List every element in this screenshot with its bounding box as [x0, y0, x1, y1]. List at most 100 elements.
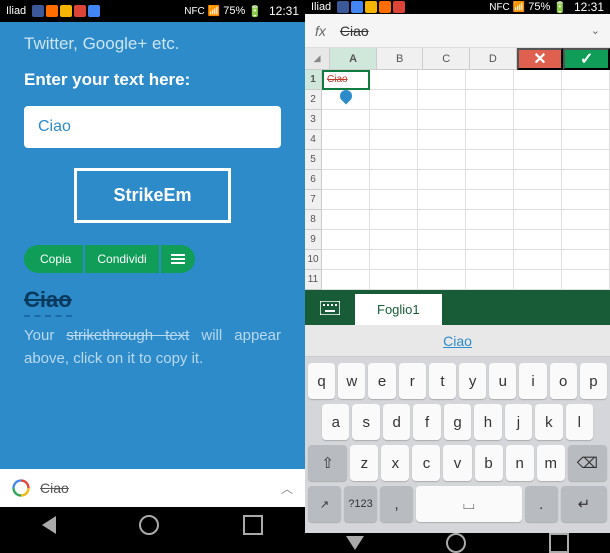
cell[interactable]	[466, 150, 514, 170]
select-all-corner[interactable]: ◢	[305, 48, 330, 69]
key-f[interactable]: f	[413, 404, 440, 440]
back-button[interactable]	[42, 516, 56, 534]
col-header-a[interactable]: A	[330, 48, 377, 69]
recent-button[interactable]	[549, 533, 569, 553]
numeric-key[interactable]: ?123	[344, 486, 377, 522]
cell[interactable]	[418, 210, 466, 230]
cell[interactable]	[322, 270, 370, 290]
cell[interactable]	[514, 250, 562, 270]
cell[interactable]	[514, 190, 562, 210]
formula-bar[interactable]: fx Ciao ⌄	[305, 14, 610, 48]
share-button[interactable]: Condividi	[85, 245, 158, 273]
cell[interactable]	[466, 130, 514, 150]
spreadsheet-grid[interactable]: 1 2 3 4 5 6 7 8 9 10 11 Ciao	[305, 70, 610, 290]
text-input[interactable]	[24, 106, 281, 148]
key-e[interactable]: e	[368, 363, 395, 399]
cell[interactable]	[466, 270, 514, 290]
shift-key[interactable]: ⇧	[308, 445, 347, 481]
sheet-tab[interactable]: Foglio1	[355, 294, 442, 325]
key-i[interactable]: i	[519, 363, 546, 399]
cell[interactable]	[418, 130, 466, 150]
col-header-c[interactable]: C	[423, 48, 470, 69]
recent-button[interactable]	[243, 515, 263, 535]
home-button[interactable]	[446, 533, 466, 553]
key-b[interactable]: b	[475, 445, 503, 481]
cell[interactable]	[370, 250, 418, 270]
key-o[interactable]: o	[550, 363, 577, 399]
key-z[interactable]: z	[350, 445, 378, 481]
cell[interactable]	[466, 250, 514, 270]
swipe-key[interactable]: ↗	[308, 486, 341, 522]
cell[interactable]	[562, 230, 610, 250]
cell[interactable]	[322, 250, 370, 270]
backspace-key[interactable]: ⌫	[568, 445, 607, 481]
back-button[interactable]	[346, 536, 364, 550]
key-x[interactable]: x	[381, 445, 409, 481]
key-g[interactable]: g	[444, 404, 471, 440]
enter-key[interactable]: ↵	[561, 486, 607, 522]
cell[interactable]	[322, 190, 370, 210]
cells-area[interactable]: Ciao	[322, 70, 610, 290]
cell[interactable]	[466, 170, 514, 190]
cell[interactable]	[370, 130, 418, 150]
cell[interactable]	[514, 90, 562, 110]
cell[interactable]	[562, 210, 610, 230]
cell[interactable]	[466, 110, 514, 130]
cell[interactable]	[418, 250, 466, 270]
key-v[interactable]: v	[443, 445, 471, 481]
key-s[interactable]: s	[352, 404, 379, 440]
cell[interactable]	[562, 130, 610, 150]
result-text[interactable]: Ciao	[24, 287, 72, 317]
row-header[interactable]: 8	[305, 210, 322, 230]
cell[interactable]	[514, 70, 562, 90]
key-n[interactable]: n	[506, 445, 534, 481]
row-header[interactable]: 4	[305, 130, 322, 150]
chevron-up-icon[interactable]: ︿	[281, 480, 293, 497]
cell[interactable]	[370, 70, 418, 90]
cell[interactable]	[418, 150, 466, 170]
key-m[interactable]: m	[537, 445, 565, 481]
cell[interactable]	[418, 190, 466, 210]
menu-button[interactable]	[161, 245, 195, 273]
cell[interactable]	[418, 70, 466, 90]
cancel-button[interactable]: ✕	[517, 48, 564, 70]
cell[interactable]	[322, 230, 370, 250]
row-header[interactable]: 11	[305, 270, 322, 290]
cell[interactable]	[562, 90, 610, 110]
cell[interactable]	[514, 270, 562, 290]
key-r[interactable]: r	[399, 363, 426, 399]
cell[interactable]	[370, 230, 418, 250]
browser-address-bar[interactable]: Ciao ︿	[0, 469, 305, 507]
cell[interactable]	[562, 270, 610, 290]
cell[interactable]	[466, 230, 514, 250]
row-header[interactable]: 10	[305, 250, 322, 270]
cell[interactable]	[370, 270, 418, 290]
copy-button[interactable]: Copia	[24, 245, 83, 273]
comma-key[interactable]: ,	[380, 486, 413, 522]
cell[interactable]	[418, 90, 466, 110]
cell[interactable]	[418, 170, 466, 190]
key-u[interactable]: u	[489, 363, 516, 399]
cell[interactable]	[370, 150, 418, 170]
key-a[interactable]: a	[322, 404, 349, 440]
key-h[interactable]: h	[474, 404, 501, 440]
cell[interactable]	[562, 70, 610, 90]
space-key[interactable]: ⌴	[416, 486, 522, 522]
cell[interactable]	[466, 190, 514, 210]
cell[interactable]	[514, 230, 562, 250]
cell[interactable]	[322, 170, 370, 190]
row-header[interactable]: 9	[305, 230, 322, 250]
strike-button[interactable]: StrikeEm	[74, 168, 230, 223]
cell[interactable]	[370, 190, 418, 210]
cell[interactable]	[418, 230, 466, 250]
cell[interactable]	[514, 150, 562, 170]
cell[interactable]	[418, 270, 466, 290]
cell-a1[interactable]: Ciao	[322, 70, 370, 90]
suggestion-item[interactable]: Ciao	[443, 333, 472, 349]
cell[interactable]	[514, 170, 562, 190]
cell[interactable]	[562, 250, 610, 270]
cell[interactable]	[466, 70, 514, 90]
period-key[interactable]: .	[525, 486, 558, 522]
keyboard-toggle-button[interactable]	[305, 290, 355, 325]
cell[interactable]	[370, 210, 418, 230]
